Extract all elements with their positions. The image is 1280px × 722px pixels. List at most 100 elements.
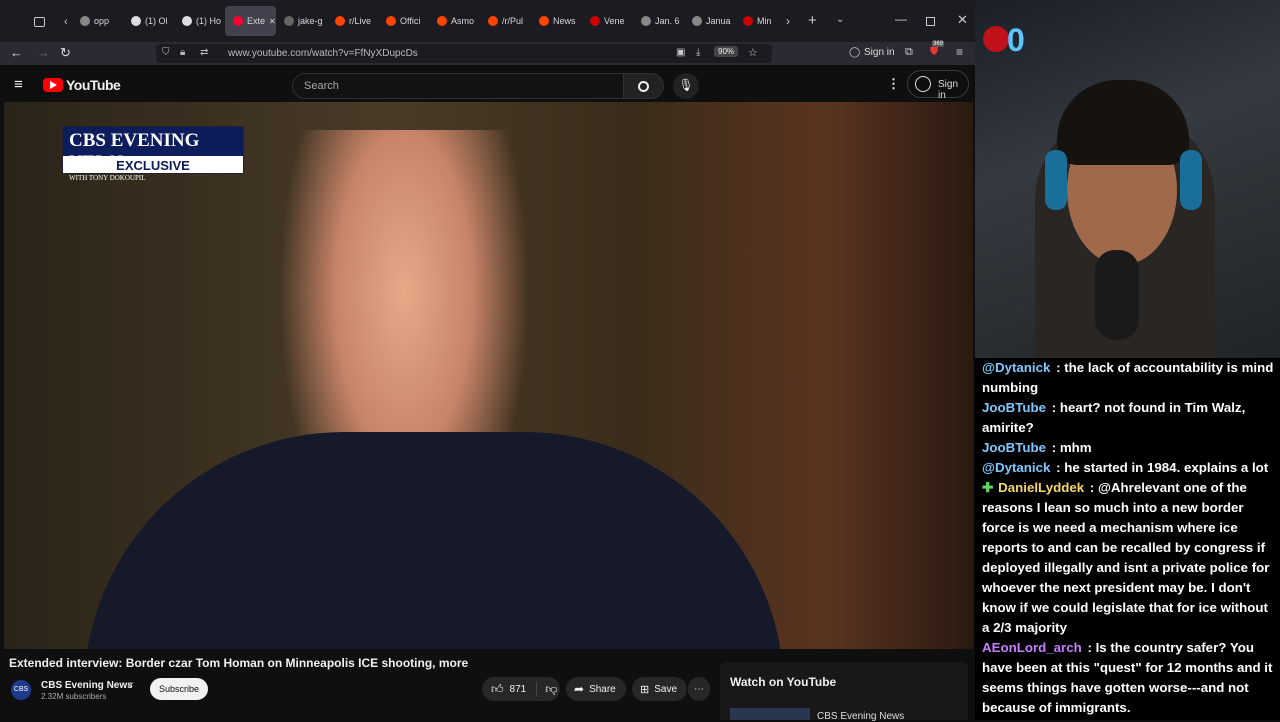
tab-favicon-icon	[386, 16, 396, 26]
tab-label: Janua	[706, 16, 731, 26]
scroll-tabs-right-icon[interactable]: ›	[786, 14, 790, 28]
tab-label: Asmo	[451, 16, 475, 26]
browser-tab[interactable]: /r/Pul	[480, 6, 531, 36]
browser-tab[interactable]: (1) Ho	[174, 6, 225, 36]
dislike-icon[interactable]: 👎︎	[536, 681, 557, 697]
save-page-icon[interactable]: ⤓	[696, 47, 700, 58]
subscriber-count: 2.32M subscribers	[41, 692, 107, 701]
back-icon[interactable]: ←	[10, 45, 23, 60]
search-input[interactable]: Search	[292, 73, 624, 99]
more-horizontal-icon: ⋯	[694, 683, 704, 695]
alert-badge-icon	[983, 26, 1009, 52]
maximize-icon[interactable]	[926, 17, 935, 26]
browser-tab[interactable]: Offici	[378, 6, 429, 36]
tab-favicon-icon	[641, 16, 651, 26]
chat-text: @Ahrelevant one of the reasons I lean so…	[982, 480, 1270, 635]
settings-more-icon[interactable]: ⋮	[887, 76, 900, 92]
browser-tab[interactable]: Vene	[582, 6, 633, 36]
shield-icon[interactable]: ⛉	[162, 47, 170, 58]
chat-message: JooBTube : mhm	[982, 438, 1276, 458]
reader-view-icon[interactable]: ▣	[676, 47, 685, 58]
chat-username[interactable]: JooBTube	[982, 400, 1046, 415]
share-label: Share	[589, 683, 616, 695]
bookmark-star-icon[interactable]: ☆	[748, 46, 758, 59]
reload-icon[interactable]: ↻	[60, 45, 71, 61]
zoom-level[interactable]: 90%	[714, 46, 739, 57]
browser-tab[interactable]: Janua	[684, 6, 735, 36]
browser-tab[interactable]: opp	[72, 6, 123, 36]
new-tab-icon[interactable]: +	[808, 12, 817, 29]
browser-tab[interactable]: News	[531, 6, 582, 36]
browser-tab[interactable]: jake-g	[276, 6, 327, 36]
chat-panel: @Dytanick : the lack of accountability i…	[975, 358, 1280, 720]
browser-sign-in[interactable]: Sign in	[864, 47, 895, 58]
account-icon[interactable]: ◯	[849, 47, 860, 58]
tab-favicon-icon	[590, 16, 600, 26]
browser-tab[interactable]: (1) Ol	[123, 6, 174, 36]
ublock-icon[interactable]: ⛊	[930, 46, 938, 59]
video-player[interactable]: CBS EVENING NEWS WITH TONY DOKOUPIL EXCLU…	[4, 102, 973, 649]
chat-username[interactable]: @Dytanick	[982, 460, 1050, 475]
close-tab-icon[interactable]: ✕	[269, 17, 276, 26]
extensions-icon[interactable]: ⧉	[905, 46, 913, 59]
watch-on-youtube-panel[interactable]: Watch on YouTube CBS Evening News	[720, 662, 968, 722]
guide-menu-icon[interactable]: ≡	[14, 76, 23, 93]
minimize-icon[interactable]: —	[895, 12, 907, 26]
channel-avatar[interactable]: CBS	[11, 680, 31, 700]
save-button[interactable]: ⊞ Save	[632, 677, 687, 701]
share-icon: ➦	[574, 682, 585, 696]
like-icon[interactable]: 👍︎	[491, 682, 504, 697]
navigation-bar: ← → ↻ ⛉ 🔒︎ ⇄ www.youtube.com/watch?v=FfN…	[0, 41, 975, 65]
chat-message: @Dytanick : the lack of accountability i…	[982, 358, 1276, 398]
chat-separator: :	[1052, 360, 1065, 375]
browser-tab[interactable]: Exte ✕	[225, 6, 276, 36]
chat-username[interactable]: @Dytanick	[982, 360, 1050, 375]
logo-line-2: WITH TONY DOKOUPIL	[69, 174, 146, 182]
tab-label: (1) Ol	[145, 16, 168, 26]
app-menu-icon[interactable]: ≡	[956, 45, 963, 59]
suggested-thumbnail[interactable]	[730, 708, 810, 720]
voice-search-icon[interactable]: 🎙︎	[673, 73, 699, 99]
headphone-left	[1045, 150, 1067, 210]
tab-favicon-icon	[539, 16, 549, 26]
browser-tab[interactable]: r/Live	[327, 6, 378, 36]
chat-username[interactable]: JooBTube	[982, 440, 1046, 455]
chat-separator: :	[1048, 440, 1060, 455]
scroll-tabs-left-icon[interactable]: ‹	[64, 16, 68, 28]
browser-tab[interactable]: Min	[735, 6, 786, 36]
youtube-sign-in-button[interactable]: Sign in	[907, 70, 969, 101]
tab-label: /r/Pul	[502, 16, 524, 26]
chat-message: JooBTube : heart? not found in Tim Walz,…	[982, 398, 1276, 438]
tab-overview-icon[interactable]	[34, 17, 45, 27]
ublock-count-badge: 369	[932, 41, 945, 47]
tab-list: opp (1) Ol (1) Ho Exte ✕ jake-g r/Live Offici As…	[72, 6, 786, 36]
youtube-wordmark[interactable]: YouTube	[66, 77, 121, 93]
chat-username[interactable]: AEonLord_arch	[982, 640, 1082, 655]
channel-name[interactable]: CBS Evening News	[41, 680, 133, 691]
lock-icon[interactable]: 🔒︎	[180, 47, 185, 58]
chat-username[interactable]: DanielLyddek	[998, 480, 1084, 495]
close-window-icon[interactable]: ✕	[957, 12, 968, 28]
video-title: Extended interview: Border czar Tom Homa…	[9, 656, 469, 670]
webcam-overlay: 0	[975, 0, 1280, 362]
tab-favicon-icon	[692, 16, 702, 26]
tab-list-dropdown-icon[interactable]: ⌄	[836, 14, 844, 25]
browser-tab[interactable]: Asmo	[429, 6, 480, 36]
sign-in-label: Sign in	[938, 79, 959, 101]
youtube-logo-icon[interactable]	[43, 78, 63, 92]
search-icon	[638, 80, 649, 92]
tab-favicon-icon	[743, 16, 753, 26]
search-button[interactable]	[624, 73, 664, 99]
like-count[interactable]: 871	[510, 684, 527, 695]
youtube-header: ≡ YouTube Search 🎙︎ ⋮ Sign in	[0, 65, 975, 105]
tab-favicon-icon	[233, 16, 243, 26]
browser-tab[interactable]: Jan. 6	[633, 6, 684, 36]
microphone	[1095, 250, 1139, 340]
subscribe-button[interactable]: Subscribe	[150, 678, 208, 700]
share-button[interactable]: ➦ Share	[566, 677, 626, 701]
more-actions-button[interactable]: ⋯	[688, 677, 710, 701]
forward-icon[interactable]: →	[37, 45, 50, 60]
overlay-counter: 0	[1007, 22, 1025, 58]
address-field[interactable]: ⛉ 🔒︎ ⇄ www.youtube.com/watch?v=FfNyXDupc…	[156, 44, 772, 63]
permissions-icon[interactable]: ⇄	[200, 47, 208, 58]
